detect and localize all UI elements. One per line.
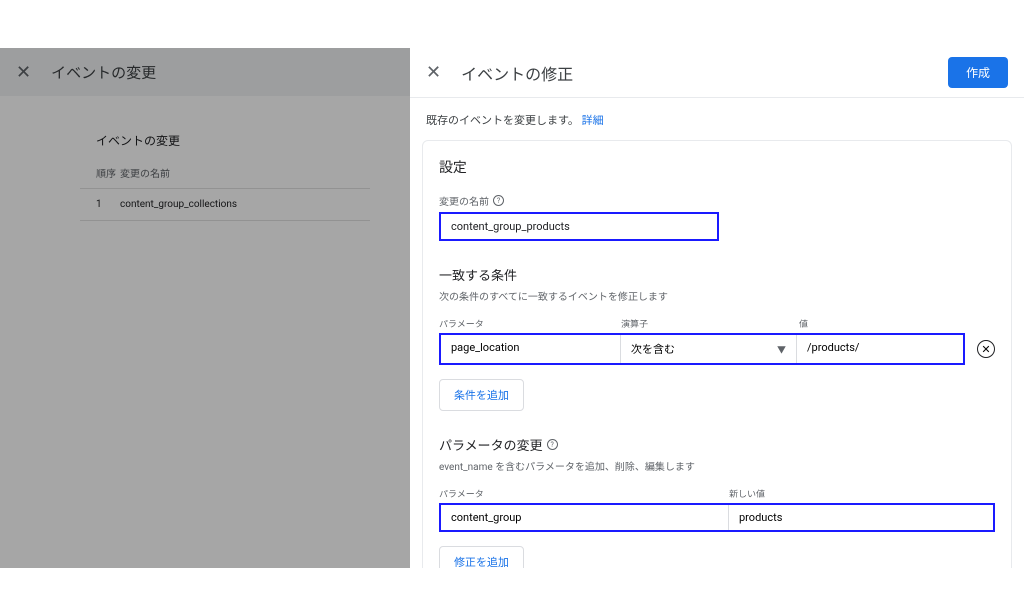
parameters-title: パラメータの変更 ? xyxy=(439,435,995,454)
parameters-desc: event_name を含むパラメータを追加、削除、編集します xyxy=(439,458,995,473)
settings-card: 設定 変更の名前 ? content_group_products 一致する条件… xyxy=(422,140,1012,568)
right-header: ✕ イベントの修正 作成 xyxy=(410,48,1024,98)
condition-fields: page_location 次を含む ▼ /products/ xyxy=(439,333,965,365)
subtitle: 既存のイベントを変更します。 詳細 xyxy=(410,98,1024,136)
label-operator: 演算子 xyxy=(621,317,799,330)
modal-overlay xyxy=(0,48,410,568)
conditions-desc: 次の条件のすべてに一致するイベントを修正します xyxy=(439,288,995,303)
details-link[interactable]: 詳細 xyxy=(582,114,604,127)
param-labels: パラメータ 新しい値 xyxy=(439,487,995,500)
conditions-title: 一致する条件 xyxy=(439,265,995,284)
create-button[interactable]: 作成 xyxy=(948,57,1008,88)
name-field-label: 変更の名前 ? xyxy=(439,193,995,208)
param-row: content_group products xyxy=(439,503,995,532)
help-icon[interactable]: ? xyxy=(547,439,558,450)
condition-operator-select[interactable]: 次を含む ▼ xyxy=(621,335,797,363)
right-panel: ✕ イベントの修正 作成 既存のイベントを変更します。 詳細 設定 変更の名前 … xyxy=(410,48,1024,568)
parameters-section: パラメータの変更 ? event_name を含むパラメータを追加、削除、編集し… xyxy=(439,435,995,568)
condition-row: page_location 次を含む ▼ /products/ ✕ xyxy=(439,333,995,365)
param-name-input[interactable]: content_group xyxy=(441,505,729,530)
change-name-input[interactable]: content_group_products xyxy=(439,212,719,241)
param-value-input[interactable]: products xyxy=(729,505,993,530)
remove-condition-button[interactable]: ✕ xyxy=(977,340,995,358)
label-value: 値 xyxy=(799,317,995,330)
right-panel-title: イベントの修正 xyxy=(461,61,948,85)
label-parameter: パラメータ xyxy=(439,487,729,500)
help-icon[interactable]: ? xyxy=(493,195,504,206)
close-icon[interactable]: ✕ xyxy=(426,62,441,83)
settings-title: 設定 xyxy=(439,157,995,177)
conditions-section: 一致する条件 次の条件のすべてに一致するイベントを修正します パラメータ 演算子… xyxy=(439,265,995,411)
condition-labels: パラメータ 演算子 値 xyxy=(439,317,995,330)
add-modification-button[interactable]: 修正を追加 xyxy=(439,546,524,568)
condition-parameter-input[interactable]: page_location xyxy=(441,335,621,363)
label-parameter: パラメータ xyxy=(439,317,621,330)
condition-value-input[interactable]: /products/ xyxy=(797,335,963,363)
add-condition-button[interactable]: 条件を追加 xyxy=(439,379,524,411)
subtitle-text: 既存のイベントを変更します。 xyxy=(426,114,579,127)
chevron-down-icon: ▼ xyxy=(777,343,786,356)
label-new-value: 新しい値 xyxy=(729,487,995,500)
